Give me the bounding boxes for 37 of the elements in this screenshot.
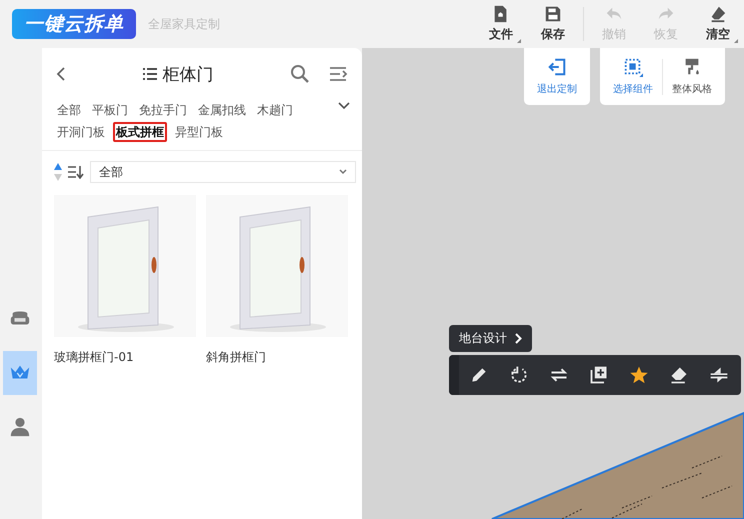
save-button[interactable]: 保存 xyxy=(527,5,579,43)
category-tab[interactable]: 开洞门板 xyxy=(54,122,108,142)
menu-corner-icon xyxy=(517,39,521,43)
clear-button[interactable]: 清空 xyxy=(692,5,744,43)
category-tab[interactable]: 平板门 xyxy=(89,100,131,120)
sort-order-icon[interactable] xyxy=(54,162,62,182)
select-icon xyxy=(623,57,643,77)
user-icon xyxy=(9,416,31,438)
clear-icon xyxy=(709,5,727,23)
category-tab[interactable]: 板式拼框 xyxy=(113,122,167,142)
category-tab[interactable]: 全部 xyxy=(54,100,84,120)
list-icon xyxy=(142,68,156,80)
product-card[interactable]: 玻璃拼框门-01 xyxy=(54,195,196,366)
category-tab[interactable]: 木趟门 xyxy=(254,100,296,120)
menu-corner-icon xyxy=(734,39,738,43)
filter-icon[interactable] xyxy=(330,66,348,82)
select-button[interactable]: 选择组件 xyxy=(604,57,662,96)
exit-button[interactable]: 退出定制 xyxy=(528,57,586,96)
drag-handle[interactable] xyxy=(449,355,459,395)
search-icon[interactable] xyxy=(290,64,310,84)
breadcrumb-button[interactable]: 地台设计 xyxy=(449,325,532,352)
panel-title: 柜体门 xyxy=(162,64,214,86)
back-icon[interactable] xyxy=(56,67,66,81)
exit-icon xyxy=(547,57,567,77)
category-tab[interactable]: 金属扣线 xyxy=(195,100,249,120)
chevron-right-icon xyxy=(515,333,522,344)
category-tab[interactable]: 异型门板 xyxy=(172,122,226,142)
product-card[interactable]: 斜角拼框门 xyxy=(206,195,350,366)
file-button[interactable]: 文件 xyxy=(475,5,527,43)
save-icon xyxy=(544,5,562,23)
category-tab[interactable]: 免拉手门 xyxy=(136,100,190,120)
app-logo: 一键云拆单 xyxy=(12,9,136,39)
style-button[interactable]: 整体风格 xyxy=(663,57,721,96)
sort-icon[interactable] xyxy=(68,165,84,179)
dropdown-icon xyxy=(339,169,347,175)
filter-select[interactable]: 全部 xyxy=(90,161,356,183)
chevron-down-icon[interactable] xyxy=(338,102,350,110)
